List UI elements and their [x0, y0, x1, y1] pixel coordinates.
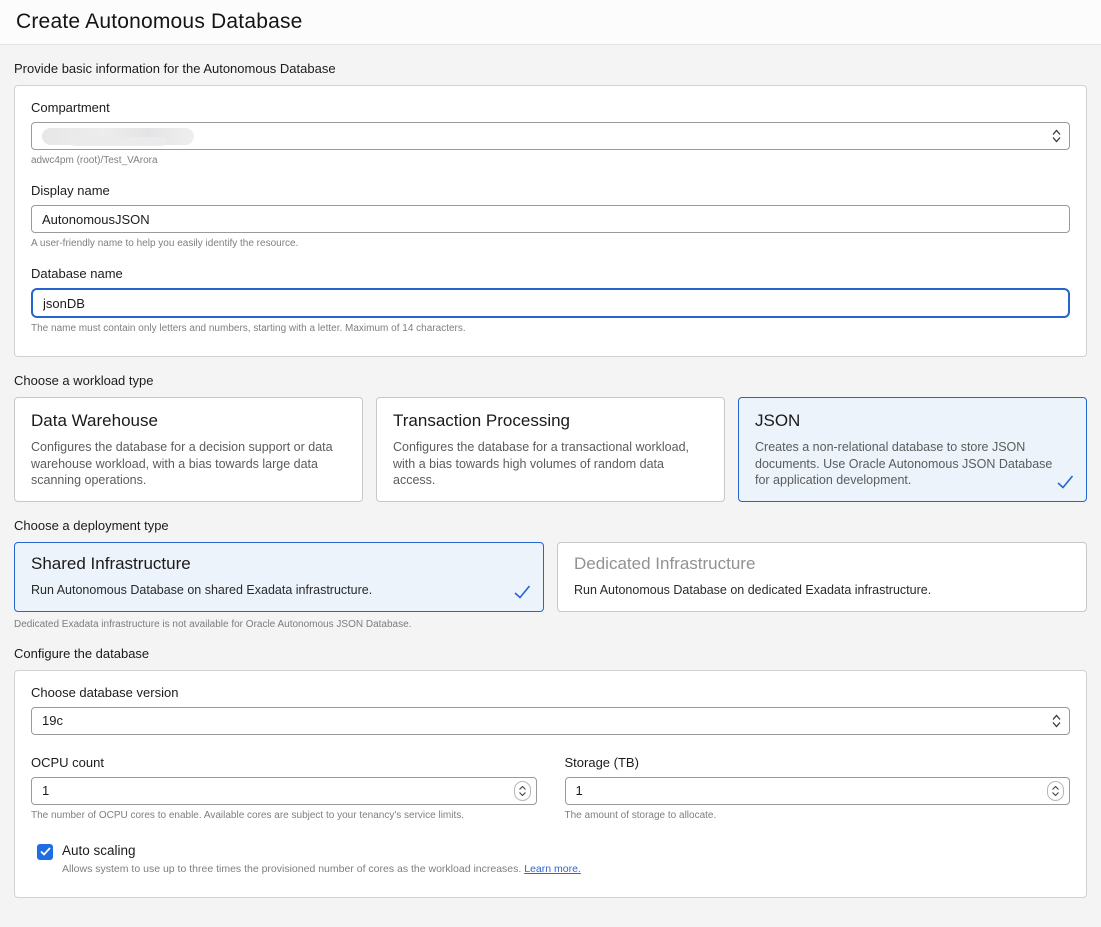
display-name-input[interactable]	[31, 205, 1070, 233]
storage-input[interactable]	[565, 777, 1071, 805]
section-label-basic-info: Provide basic information for the Autono…	[14, 61, 1087, 76]
database-name-field: Database name The name must contain only…	[31, 266, 1070, 334]
auto-scaling-helper-text: Allows system to use up to three times t…	[62, 863, 521, 875]
workload-card-title: Data Warehouse	[31, 411, 346, 431]
compartment-field: Compartment adwc4pm (root)/Test_VArora	[31, 100, 1070, 166]
workload-card-title: Transaction Processing	[393, 411, 708, 431]
database-version-field: Choose database version 19c	[31, 685, 1070, 735]
workload-card-json[interactable]: JSON Creates a non-relational database t…	[738, 397, 1087, 502]
ocpu-count-helper: The number of OCPU cores to enable. Avai…	[31, 810, 537, 821]
compartment-select[interactable]	[31, 122, 1070, 150]
storage-stepper[interactable]	[1047, 781, 1064, 801]
form-body: Provide basic information for the Autono…	[0, 61, 1101, 912]
deployment-card-title: Dedicated Infrastructure	[574, 554, 1070, 574]
ocpu-count-label: OCPU count	[31, 755, 537, 770]
compartment-label: Compartment	[31, 100, 1070, 115]
workload-card-transaction-processing[interactable]: Transaction Processing Configures the da…	[376, 397, 725, 502]
deployment-card-dedicated: Dedicated Infrastructure Run Autonomous …	[557, 542, 1087, 612]
workload-card-description: Configures the database for a transactio…	[393, 439, 708, 489]
display-name-helper: A user-friendly name to help you easily …	[31, 238, 1070, 249]
ocpu-count-field: OCPU count The number of OCPU cores to e…	[31, 755, 537, 821]
auto-scaling-label: Auto scaling	[62, 843, 581, 858]
database-name-label: Database name	[31, 266, 1070, 281]
database-version-select[interactable]: 19c	[31, 707, 1070, 735]
auto-scaling-helper: Allows system to use up to three times t…	[62, 863, 581, 875]
ocpu-stepper[interactable]	[514, 781, 531, 801]
compartment-value-redacted	[42, 128, 194, 145]
compartment-helper: adwc4pm (root)/Test_VArora	[31, 155, 1070, 166]
database-version-value: 19c	[42, 713, 63, 728]
deployment-card-title: Shared Infrastructure	[31, 554, 527, 574]
workload-card-description: Configures the database for a decision s…	[31, 439, 346, 489]
database-version-label: Choose database version	[31, 685, 1070, 700]
basic-info-panel: Compartment adwc4pm (root)/Test_VArora D…	[14, 85, 1087, 357]
workload-card-data-warehouse[interactable]: Data Warehouse Configures the database f…	[14, 397, 363, 502]
deployment-card-description: Run Autonomous Database on dedicated Exa…	[574, 582, 1070, 599]
deployment-cards: Shared Infrastructure Run Autonomous Dat…	[14, 542, 1087, 612]
storage-label: Storage (TB)	[565, 755, 1071, 770]
page-header: Create Autonomous Database	[0, 0, 1101, 45]
workload-card-title: JSON	[755, 411, 1070, 431]
section-label-deployment: Choose a deployment type	[14, 518, 1087, 533]
deployment-note: Dedicated Exadata infrastructure is not …	[14, 619, 1087, 630]
ocpu-count-input[interactable]	[31, 777, 537, 805]
auto-scaling-row: Auto scaling Allows system to use up to …	[37, 843, 1070, 875]
database-name-input[interactable]	[31, 288, 1070, 318]
page-title: Create Autonomous Database	[16, 10, 303, 34]
auto-scaling-checkbox[interactable]	[37, 844, 53, 860]
section-label-configure: Configure the database	[14, 646, 1087, 661]
database-name-helper: The name must contain only letters and n…	[31, 323, 1070, 334]
workload-card-description: Creates a non-relational database to sto…	[755, 439, 1070, 489]
section-label-workload: Choose a workload type	[14, 373, 1087, 388]
workload-cards: Data Warehouse Configures the database f…	[14, 397, 1087, 502]
display-name-field: Display name A user-friendly name to hel…	[31, 183, 1070, 249]
selected-check-icon	[514, 585, 531, 604]
display-name-label: Display name	[31, 183, 1070, 198]
deployment-card-shared[interactable]: Shared Infrastructure Run Autonomous Dat…	[14, 542, 544, 612]
selected-check-icon	[1057, 475, 1074, 494]
storage-field: Storage (TB) The amount of storage to al…	[565, 755, 1071, 821]
learn-more-link[interactable]: Learn more.	[524, 863, 581, 875]
deployment-card-description: Run Autonomous Database on shared Exadat…	[31, 582, 527, 599]
storage-helper: The amount of storage to allocate.	[565, 810, 1071, 821]
configure-panel: Choose database version 19c OCPU count	[14, 670, 1087, 898]
